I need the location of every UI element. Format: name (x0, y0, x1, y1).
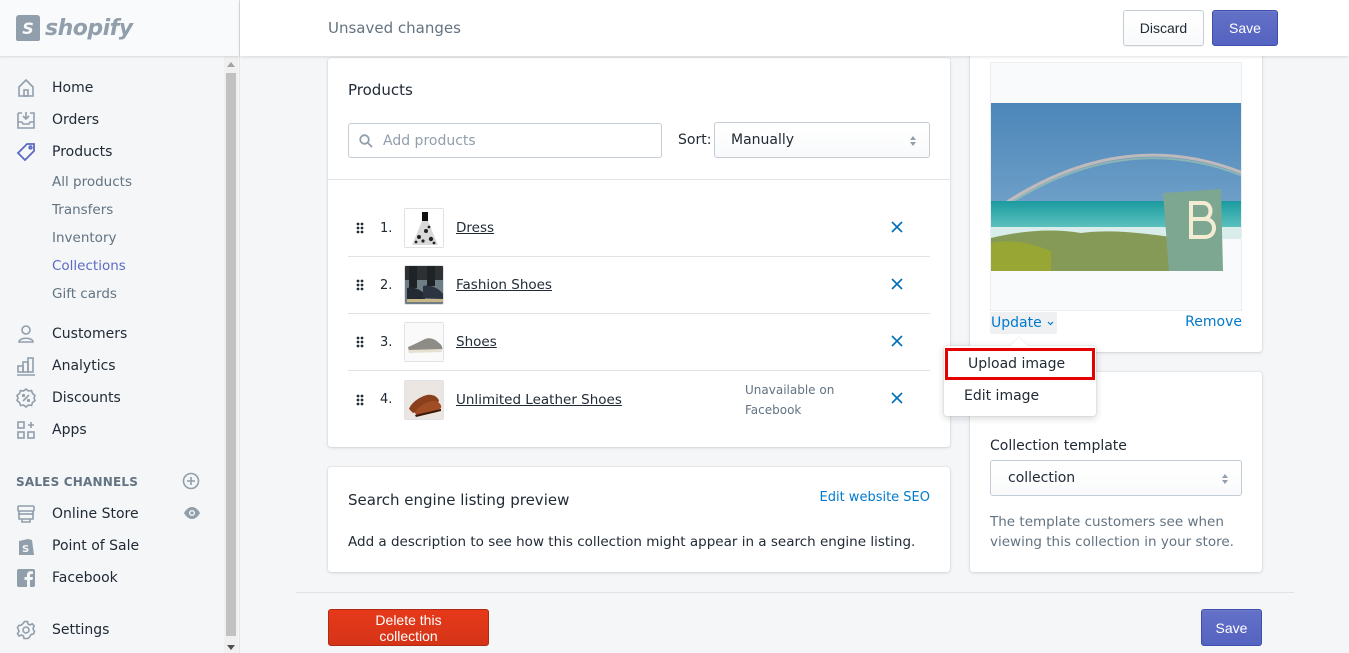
main-nav: Home Orders Products All products Transf… (0, 56, 224, 646)
product-link-fashion-shoes[interactable]: Fashion Shoes (456, 277, 552, 293)
sidebar-scrollbar[interactable] (224, 56, 238, 653)
sidebar-item-analytics[interactable]: Analytics (0, 350, 224, 382)
sidebar-item-collections[interactable]: Collections (0, 252, 224, 280)
orders-icon (16, 110, 36, 130)
template-help-text: The template customers see when viewing … (990, 514, 1234, 550)
collection-image-frame (990, 62, 1242, 311)
select-arrows-icon (1222, 474, 1228, 484)
product-row: 4. Unlimited Leather Shoes Unavailable o… (348, 371, 930, 428)
contextual-save-bar: Unsaved changes Discard Save (240, 0, 1349, 56)
sort-select[interactable]: Manually (714, 122, 930, 158)
chevron-down-icon (1047, 321, 1054, 325)
search-icon (359, 133, 373, 148)
product-index: 3. (380, 334, 393, 350)
collection-image (991, 103, 1241, 271)
sidebar-item-discounts[interactable]: Discounts (0, 382, 224, 414)
divider (328, 179, 950, 180)
sidebar-item-inventory[interactable]: Inventory (0, 224, 224, 252)
sidebar-item-facebook[interactable]: Facebook (0, 562, 224, 594)
select-arrows-icon (910, 136, 916, 146)
unsaved-changes-label: Unsaved changes (328, 19, 461, 37)
products-card-title: Products (348, 81, 413, 99)
home-icon (16, 78, 36, 98)
scroll-up-arrow-icon[interactable] (227, 62, 235, 67)
seo-card-title: Search engine listing preview (348, 491, 570, 509)
collection-template-select[interactable]: collection (990, 460, 1242, 496)
discount-icon (16, 388, 36, 408)
availability-status: Unavailable on Facebook (745, 382, 835, 417)
sidebar-item-all-products[interactable]: All products (0, 168, 224, 196)
scroll-down-arrow-icon[interactable] (227, 645, 235, 650)
pos-bag-icon: S (16, 536, 36, 556)
product-thumbnail-fashion-shoes (404, 265, 444, 305)
sidebar-item-point-of-sale[interactable]: S Point of Sale (0, 530, 224, 562)
upload-image-menu-item[interactable]: Upload image (945, 348, 1095, 380)
sales-channels-heading: SALES CHANNELS (0, 466, 224, 498)
remove-product-icon[interactable] (890, 334, 904, 348)
add-channel-icon[interactable] (182, 472, 200, 493)
product-index: 4. (380, 392, 393, 407)
store-icon (16, 504, 36, 524)
remove-product-icon[interactable] (890, 277, 904, 291)
collection-template-label: Collection template (990, 438, 1127, 454)
add-products-search[interactable] (348, 123, 662, 158)
edit-image-menu-item[interactable]: Edit image (944, 380, 1096, 412)
product-index: 2. (380, 277, 393, 293)
delete-collection-button[interactable]: Delete this collection (328, 609, 489, 646)
shopify-logo[interactable]: S shopify (0, 0, 239, 56)
apps-icon (16, 420, 36, 440)
sidebar-item-apps[interactable]: Apps (0, 414, 224, 446)
drag-handle-icon[interactable] (356, 336, 364, 348)
product-link-shoes[interactable]: Shoes (456, 334, 497, 350)
svg-text:S: S (22, 544, 29, 555)
drag-handle-icon[interactable] (356, 222, 364, 234)
product-thumbnail-leather-shoes (404, 379, 444, 420)
sidebar-item-transfers[interactable]: Transfers (0, 196, 224, 224)
add-products-input[interactable] (383, 132, 643, 149)
sidebar-item-home[interactable]: Home (0, 72, 224, 104)
tag-icon (16, 142, 36, 162)
sidebar-item-online-store[interactable]: Online Store (0, 498, 224, 530)
remove-product-icon[interactable] (890, 220, 904, 234)
sort-label: Sort: (678, 132, 712, 148)
seo-preview-card: Search engine listing preview Edit websi… (328, 467, 950, 572)
seo-description: Add a description to see how this collec… (348, 534, 916, 550)
product-link-unlimited-leather-shoes[interactable]: Unlimited Leather Shoes (456, 392, 622, 408)
drag-handle-icon[interactable] (356, 279, 364, 291)
products-card: Products Sort: Manually 1. Dress 2. Fash… (328, 58, 950, 447)
collection-image-card: Update Remove (970, 40, 1262, 352)
remove-image-link[interactable]: Remove (1185, 314, 1242, 330)
footer-save-button[interactable]: Save (1201, 609, 1262, 646)
update-image-popover: Upload image Edit image (944, 346, 1096, 416)
remove-product-icon[interactable] (890, 391, 904, 405)
product-row: 1. Dress (348, 200, 930, 257)
sidebar-item-settings[interactable]: Settings (0, 614, 224, 646)
discard-button[interactable]: Discard (1123, 10, 1204, 46)
sidebar-item-products[interactable]: Products (0, 136, 224, 168)
sidebar: S shopify Home Orders Products All produ… (0, 0, 240, 653)
product-row: 3. Shoes (348, 314, 930, 371)
edit-website-seo-link[interactable]: Edit website SEO (820, 490, 931, 505)
customer-icon (16, 324, 36, 344)
analytics-icon (16, 356, 36, 376)
footer-divider (296, 592, 1294, 593)
save-button[interactable]: Save (1212, 10, 1278, 46)
facebook-icon (16, 568, 36, 588)
product-index: 1. (380, 220, 393, 236)
scrollbar-thumb[interactable] (226, 73, 236, 636)
sidebar-item-gift-cards[interactable]: Gift cards (0, 280, 224, 308)
shopify-bag-icon: S (16, 15, 40, 41)
update-image-dropdown[interactable]: Update (990, 312, 1057, 334)
product-link-dress[interactable]: Dress (456, 220, 494, 236)
drag-handle-icon[interactable] (356, 394, 364, 406)
sidebar-item-customers[interactable]: Customers (0, 318, 224, 350)
product-thumbnail-dress (404, 208, 444, 248)
logo-wordmark: shopify (45, 15, 133, 41)
sidebar-item-orders[interactable]: Orders (0, 104, 224, 136)
gear-icon (16, 620, 36, 640)
product-thumbnail-shoes (404, 322, 444, 362)
product-row: 2. Fashion Shoes (348, 257, 930, 314)
view-store-eye-icon[interactable] (183, 506, 201, 524)
